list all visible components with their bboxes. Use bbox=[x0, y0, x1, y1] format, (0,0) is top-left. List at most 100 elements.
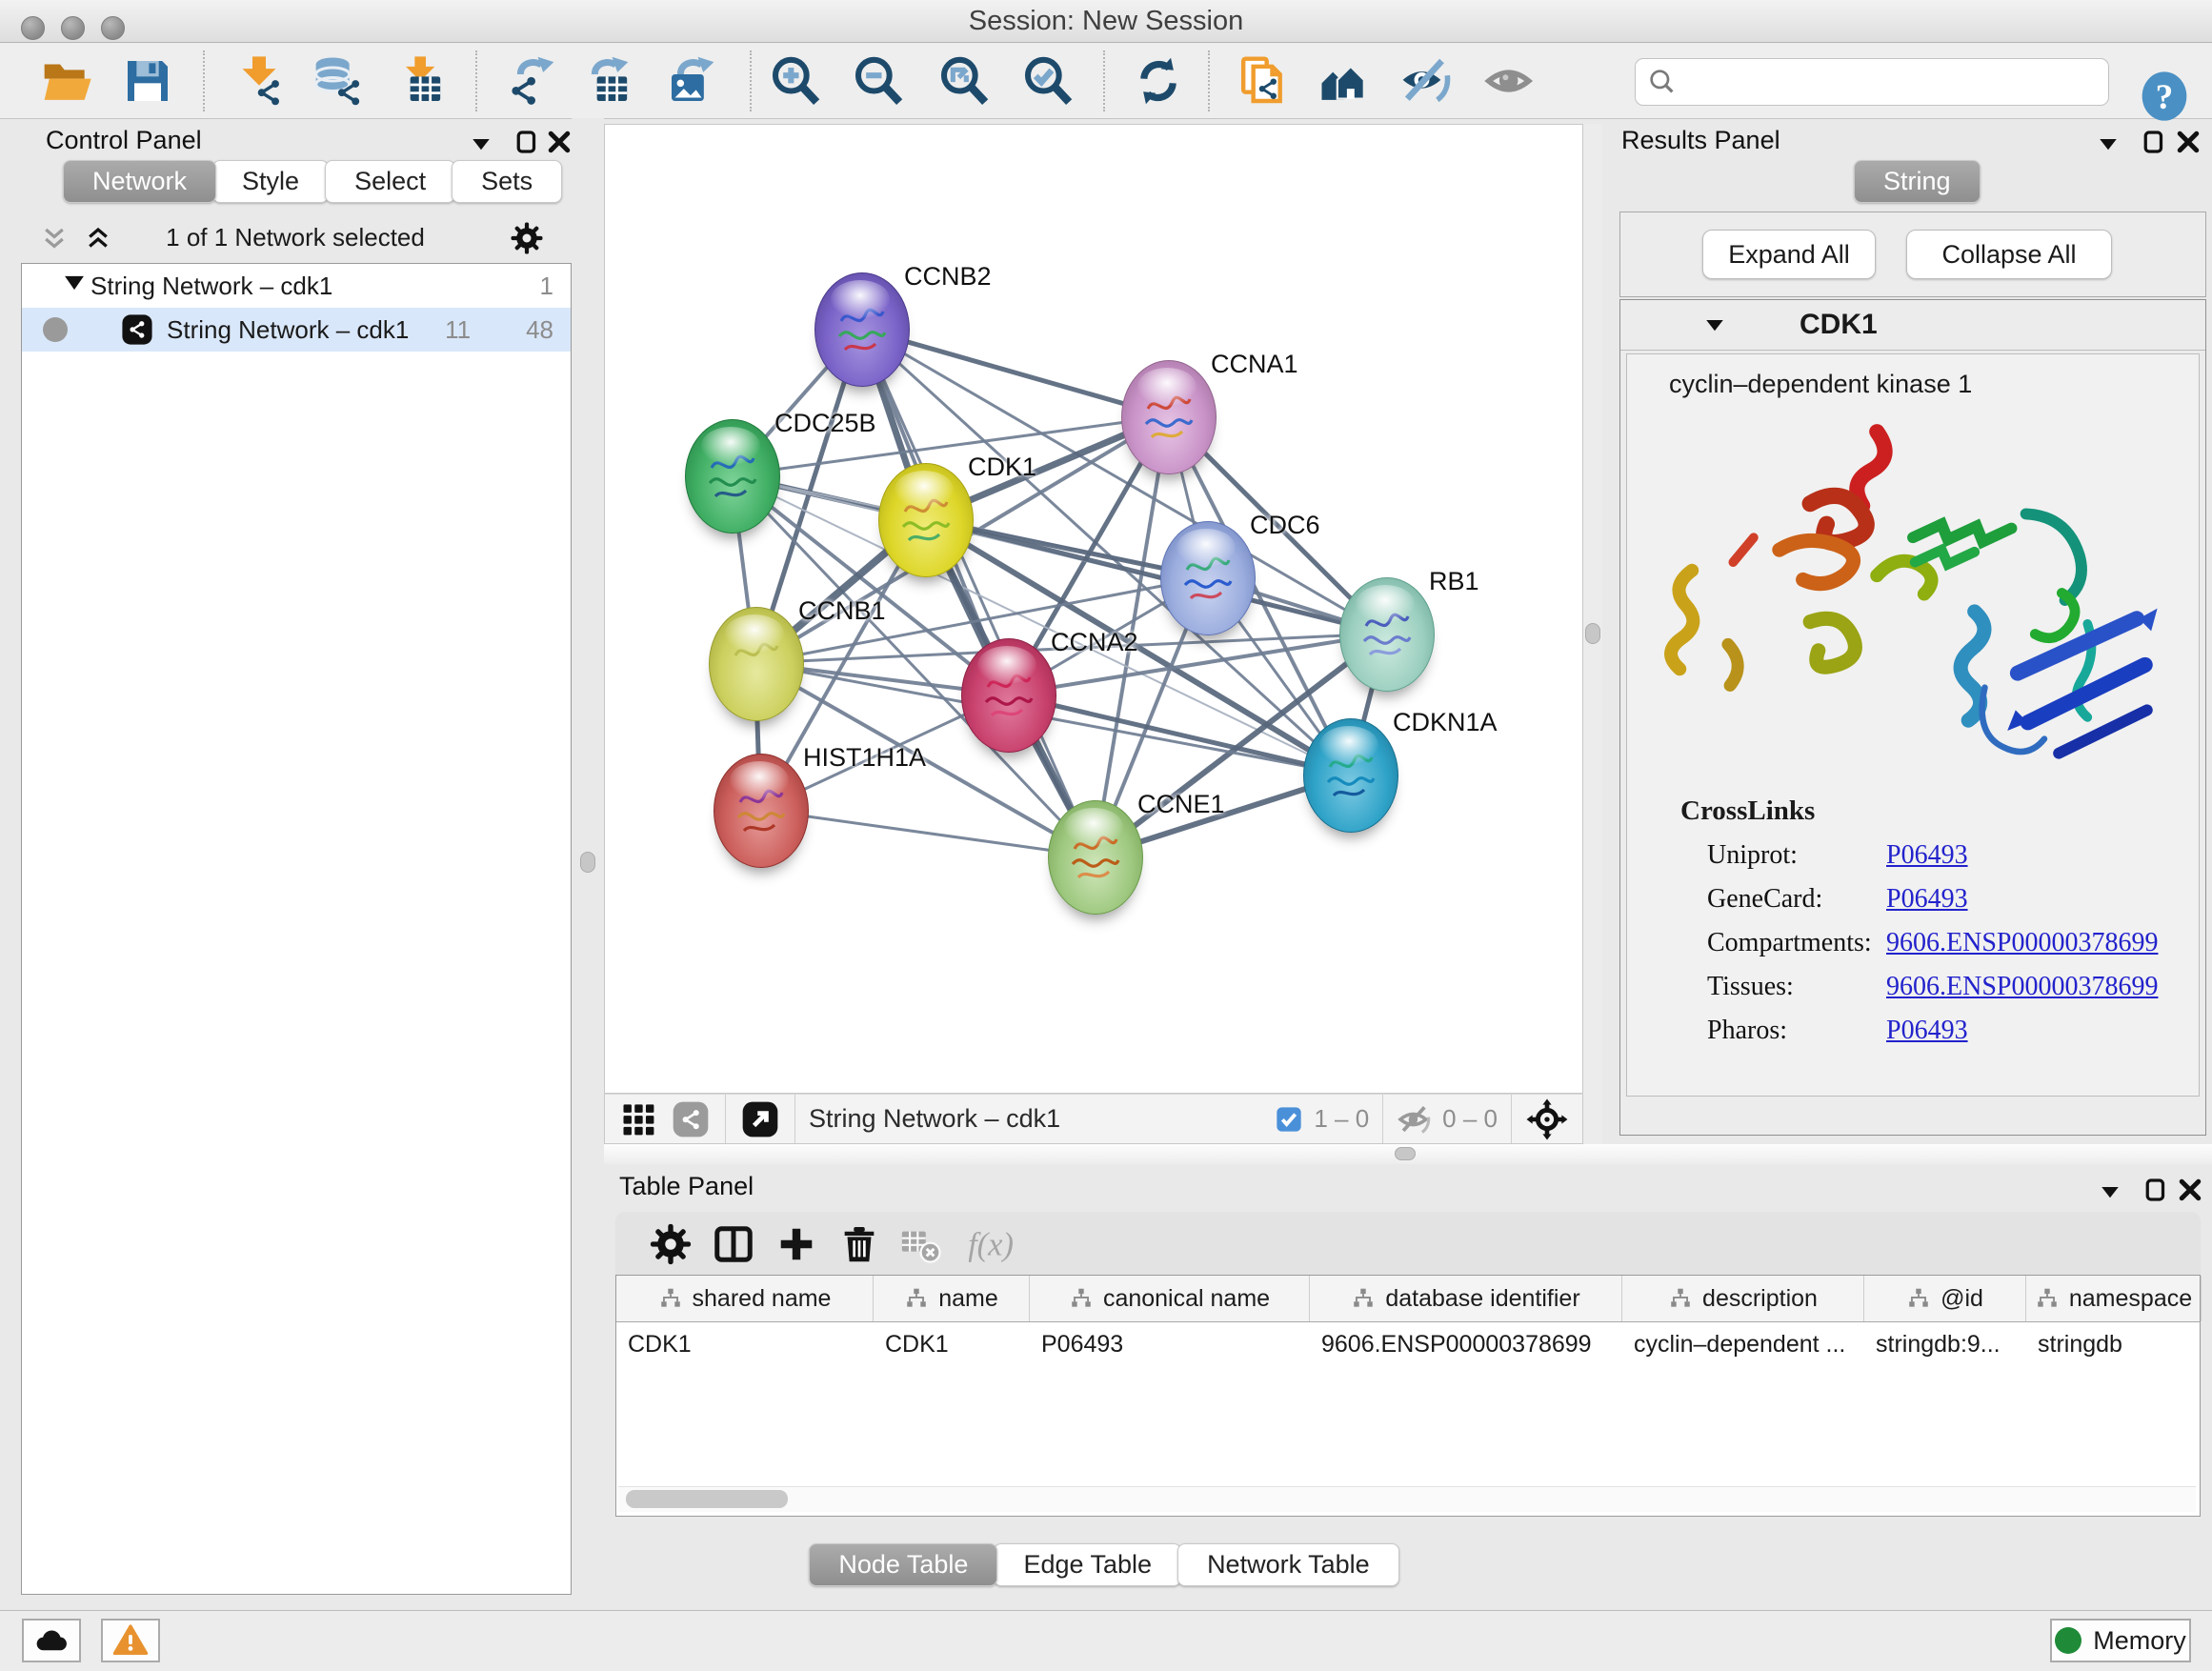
column-header-namespace[interactable]: namespace bbox=[2026, 1276, 2202, 1321]
control-panel-menu-icon[interactable] bbox=[467, 130, 495, 158]
hidden-eye-icon[interactable] bbox=[1397, 1101, 1433, 1137]
network-node-cdc6[interactable] bbox=[1160, 521, 1256, 635]
export-table-icon[interactable] bbox=[579, 54, 633, 108]
eye-icon[interactable] bbox=[1484, 54, 1538, 108]
zoom-in-icon[interactable] bbox=[769, 54, 822, 108]
column-header-description[interactable]: description bbox=[1622, 1276, 1864, 1321]
splitter-handle[interactable] bbox=[1585, 623, 1600, 644]
results-panel-title: Results Panel bbox=[1621, 126, 1780, 155]
tab-select[interactable]: Select bbox=[325, 160, 455, 203]
table-panel-close-icon[interactable] bbox=[2176, 1176, 2204, 1204]
import-network-icon[interactable] bbox=[232, 54, 286, 108]
search-box[interactable] bbox=[1635, 58, 2109, 106]
network-options-gear-icon[interactable] bbox=[510, 221, 544, 255]
network-node-ccne1[interactable] bbox=[1048, 800, 1143, 915]
scrollbar-thumb[interactable] bbox=[626, 1490, 788, 1508]
network-node-cdc25b[interactable] bbox=[685, 419, 780, 534]
warnings-button[interactable] bbox=[101, 1619, 160, 1662]
export-image-icon[interactable] bbox=[665, 54, 718, 108]
crosslink-link[interactable]: 9606.ENSP00000378699 bbox=[1886, 928, 2158, 958]
network-node-ccna2[interactable] bbox=[961, 638, 1056, 753]
view-title: String Network – cdk1 bbox=[809, 1104, 1060, 1134]
section-collapse-icon[interactable] bbox=[1700, 311, 1729, 339]
export-network-icon[interactable] bbox=[505, 54, 558, 108]
cloud-status-button[interactable] bbox=[22, 1619, 81, 1662]
save-session-icon[interactable] bbox=[121, 54, 174, 108]
plus-icon[interactable] bbox=[774, 1222, 818, 1266]
crosslink-link[interactable]: 9606.ENSP00000378699 bbox=[1886, 972, 2158, 1002]
network-overview-icon[interactable] bbox=[670, 1098, 712, 1140]
tree-expand-icon[interactable] bbox=[58, 267, 90, 306]
function-icon[interactable]: f(x) bbox=[969, 1222, 1013, 1266]
crosslink-link[interactable]: P06493 bbox=[1886, 840, 1968, 871]
network-tree-root-row[interactable]: String Network – cdk1 1 bbox=[22, 264, 571, 308]
collection-count: 1 bbox=[540, 272, 553, 301]
results-panel-tabs: String bbox=[1858, 160, 1981, 203]
tab-network-table[interactable]: Network Table bbox=[1177, 1543, 1399, 1586]
zoom-fit-icon[interactable] bbox=[937, 54, 991, 108]
import-table-icon[interactable] bbox=[392, 54, 446, 108]
grid-view-icon[interactable] bbox=[618, 1098, 660, 1140]
network-label: String Network – cdk1 bbox=[167, 315, 409, 345]
refresh-icon[interactable] bbox=[1132, 54, 1185, 108]
column-header--id[interactable]: @id bbox=[1864, 1276, 2026, 1321]
detach-view-icon[interactable] bbox=[739, 1098, 781, 1140]
columns-icon[interactable] bbox=[712, 1222, 755, 1266]
network-node-cdk1[interactable] bbox=[878, 463, 974, 577]
column-header-shared-name[interactable]: shared name bbox=[616, 1276, 874, 1321]
search-icon bbox=[1647, 67, 1678, 97]
tab-string[interactable]: String bbox=[1854, 160, 1981, 203]
crosslink-link[interactable]: P06493 bbox=[1886, 1016, 1968, 1046]
table-panel-menu-icon[interactable] bbox=[2096, 1178, 2124, 1206]
tab-network[interactable]: Network bbox=[63, 160, 216, 203]
control-panel-float-icon[interactable] bbox=[513, 128, 541, 156]
cdk1-section-header[interactable]: CDK1 bbox=[1620, 300, 2205, 351]
column-header-name[interactable]: name bbox=[874, 1276, 1030, 1321]
table-hscrollbar[interactable] bbox=[618, 1486, 2196, 1512]
clipboard-network-icon[interactable] bbox=[1236, 54, 1289, 108]
splitter-handle[interactable] bbox=[580, 852, 595, 873]
network-node-ccna1[interactable] bbox=[1121, 360, 1217, 474]
fit-selected-icon[interactable] bbox=[1525, 1097, 1569, 1141]
network-node-cdkn1a[interactable] bbox=[1303, 718, 1398, 833]
column-header-database-identifier[interactable]: database identifier bbox=[1310, 1276, 1622, 1321]
tab-node-table[interactable]: Node Table bbox=[809, 1543, 997, 1586]
zoom-out-icon[interactable] bbox=[852, 54, 905, 108]
results-panel-close-icon[interactable] bbox=[2174, 128, 2202, 156]
import-database-icon[interactable] bbox=[312, 54, 365, 108]
hide-unhide-icon[interactable] bbox=[1398, 54, 1452, 108]
crosslink-link[interactable]: P06493 bbox=[1886, 884, 1968, 915]
network-node-ccnb2[interactable] bbox=[814, 272, 910, 387]
panel-splitter-vertical[interactable] bbox=[572, 118, 604, 1642]
results-panel-menu-icon[interactable] bbox=[2094, 130, 2122, 158]
zoom-selected-icon[interactable] bbox=[1021, 54, 1075, 108]
control-panel-close-icon[interactable] bbox=[545, 128, 573, 156]
gear-icon[interactable] bbox=[649, 1222, 693, 1266]
network-canvas[interactable]: CCNB2CCNA1CDC25BCDK1CDC6RB1CCNB1CCNA2CDK… bbox=[604, 124, 1583, 1094]
houses-icon[interactable] bbox=[1318, 54, 1372, 108]
selected-checkbox-icon[interactable] bbox=[1274, 1104, 1304, 1135]
memory-button[interactable]: Memory bbox=[2050, 1619, 2191, 1662]
tab-style[interactable]: Style bbox=[212, 160, 329, 203]
expand-all-button[interactable]: Expand All bbox=[1702, 230, 1876, 279]
open-session-icon[interactable] bbox=[40, 54, 93, 108]
tab-edge-table[interactable]: Edge Table bbox=[994, 1543, 1181, 1586]
splitter-handle[interactable] bbox=[1395, 1147, 1416, 1160]
network-node-ccnb1[interactable] bbox=[709, 607, 804, 721]
table-toolbar: f(x) bbox=[615, 1212, 2201, 1275]
table-delete-icon[interactable] bbox=[898, 1222, 942, 1266]
toolbar-separator bbox=[1103, 50, 1105, 111]
tab-sets[interactable]: Sets bbox=[452, 160, 562, 203]
search-input[interactable] bbox=[1678, 67, 2108, 98]
table-row[interactable]: CDK1CDK1P064939606.ENSP00000378699cyclin… bbox=[616, 1322, 2200, 1368]
network-tree-child-row[interactable]: String Network – cdk1 11 48 bbox=[22, 308, 571, 352]
results-panel-float-icon[interactable] bbox=[2140, 128, 2168, 156]
network-node-rb1[interactable] bbox=[1339, 577, 1435, 692]
network-node-hist1h1a[interactable] bbox=[714, 754, 809, 868]
collapse-all-button[interactable]: Collapse All bbox=[1906, 230, 2112, 279]
crosslink-label: Tissues: bbox=[1707, 972, 1886, 1002]
column-header-canonical-name[interactable]: canonical name bbox=[1030, 1276, 1310, 1321]
help-icon[interactable]: ? bbox=[2138, 70, 2191, 123]
trash-icon[interactable] bbox=[837, 1222, 881, 1266]
table-panel-float-icon[interactable] bbox=[2142, 1176, 2170, 1204]
